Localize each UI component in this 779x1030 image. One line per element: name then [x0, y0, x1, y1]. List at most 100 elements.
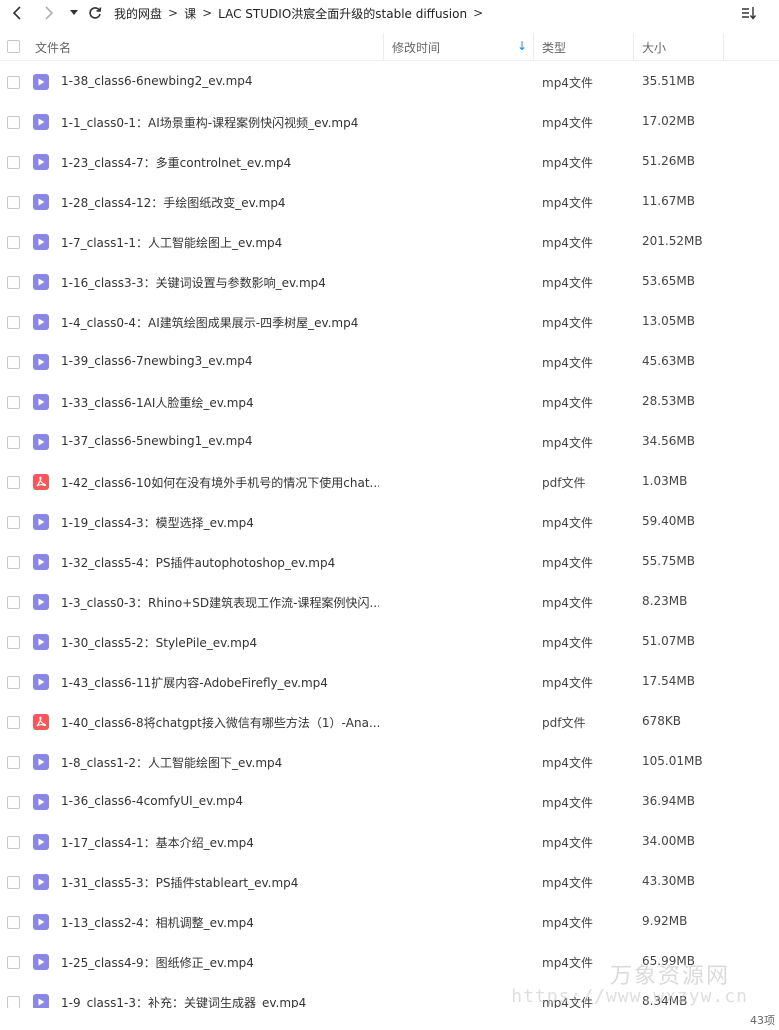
- file-row[interactable]: 1-31_class5-3：PS插件stableart_ev.mp4 mp4文件 4…: [0, 862, 779, 902]
- file-row[interactable]: 1-38_class6-6newbing2_ev.mp4 mp4文件 35.51MB: [0, 62, 779, 102]
- row-checkbox[interactable]: [7, 996, 20, 1008]
- file-row[interactable]: 1-43_class6-11扩展内容-AdobeFirefly_ev.mp4 mp…: [0, 662, 779, 702]
- file-row[interactable]: 1-28_class4-12：手绘图纸改变_ev.mp4 mp4文件 11.67MB: [0, 182, 779, 222]
- row-checkbox[interactable]: [7, 836, 20, 849]
- row-checkbox[interactable]: [7, 116, 20, 129]
- sort-list-icon[interactable]: [739, 3, 759, 23]
- header-size[interactable]: 大小: [642, 39, 666, 56]
- file-name[interactable]: 1-40_class6-8将chatgpt接入微信有哪些方法（1）-Ana...: [61, 714, 379, 731]
- row-checkbox[interactable]: [7, 756, 20, 769]
- file-row[interactable]: 1-4_class0-4：AI建筑绘图成果展示-四季树屋_ev.mp4 mp4文件…: [0, 302, 779, 342]
- file-type: mp4文件: [542, 236, 593, 250]
- file-row[interactable]: 1-1_class0-1：AI场景重构-课程案例快闪视频_ev.mp4 mp4文件…: [0, 102, 779, 142]
- file-name[interactable]: 1-32_class5-4：PS插件autophotoshop_ev.mp4: [61, 554, 379, 571]
- file-size: 34.00MB: [642, 834, 695, 848]
- row-checkbox[interactable]: [7, 436, 20, 449]
- file-row[interactable]: 1-25_class4-9：图纸修正_ev.mp4 mp4文件 65.99MB: [0, 942, 779, 982]
- row-checkbox[interactable]: [7, 556, 20, 569]
- row-checkbox[interactable]: [7, 596, 20, 609]
- file-row[interactable]: 1-7_class1-1：人工智能绘图上_ev.mp4 mp4文件 201.52MB: [0, 222, 779, 262]
- file-name[interactable]: 1-3_class0-3：Rhino+SD建筑表现工作流-课程案例快闪...: [61, 594, 379, 611]
- file-name[interactable]: 1-39_class6-7newbing3_ev.mp4: [61, 354, 379, 368]
- file-name[interactable]: 1-8_class1-2：人工智能绘图下_ev.mp4: [61, 754, 379, 771]
- file-row[interactable]: 1-13_class2-4：相机调整_ev.mp4 mp4文件 9.92MB: [0, 902, 779, 942]
- row-checkbox[interactable]: [7, 916, 20, 929]
- breadcrumb-item[interactable]: LAC STUDIO洪宸全面升级的stable diffusion: [218, 5, 467, 22]
- file-name[interactable]: 1-1_class0-1：AI场景重构-课程案例快闪视频_ev.mp4: [61, 114, 379, 131]
- file-name[interactable]: 1-19_class4-3：模型选择_ev.mp4: [61, 514, 379, 531]
- row-checkbox[interactable]: [7, 676, 20, 689]
- file-row[interactable]: 1-32_class5-4：PS插件autophotoshop_ev.mp4 mp…: [0, 542, 779, 582]
- select-all-checkbox[interactable]: [7, 40, 20, 53]
- breadcrumb-item[interactable]: 我的网盘: [114, 5, 162, 22]
- file-name[interactable]: 1-31_class5-3：PS插件stableart_ev.mp4: [61, 874, 379, 891]
- item-count: 43项: [750, 1014, 775, 1027]
- file-type: mp4文件: [542, 676, 593, 690]
- file-name[interactable]: 1-38_class6-6newbing2_ev.mp4: [61, 74, 379, 88]
- file-name[interactable]: 1-25_class4-9：图纸修正_ev.mp4: [61, 954, 379, 971]
- header-mtime[interactable]: 修改时间: [392, 39, 440, 56]
- chevron-right-icon[interactable]: [38, 2, 60, 24]
- file-type: mp4文件: [542, 636, 593, 650]
- file-name[interactable]: 1-43_class6-11扩展内容-AdobeFirefly_ev.mp4: [61, 674, 379, 691]
- file-row[interactable]: 1-42_class6-10如何在没有境外手机号的情况下使用chat... pdf…: [0, 462, 779, 502]
- file-name[interactable]: 1-16_class3-3：关键词设置与参数影响_ev.mp4: [61, 274, 379, 291]
- row-checkbox[interactable]: [7, 276, 20, 289]
- file-name[interactable]: 1-23_class4-7：多重controlnet_ev.mp4: [61, 154, 379, 171]
- file-row[interactable]: 1-9_class1-3：补充：关键词生成器_ev.mp4 mp4文件 8.34MB: [0, 982, 779, 1008]
- file-type: mp4文件: [542, 756, 593, 770]
- row-checkbox[interactable]: [7, 636, 20, 649]
- file-row[interactable]: 1-16_class3-3：关键词设置与参数影响_ev.mp4 mp4文件 53.6…: [0, 262, 779, 302]
- row-checkbox[interactable]: [7, 516, 20, 529]
- chevron-left-icon[interactable]: [6, 2, 28, 24]
- file-row[interactable]: 1-3_class0-3：Rhino+SD建筑表现工作流-课程案例快闪... mp…: [0, 582, 779, 622]
- video-file-icon: [33, 354, 49, 370]
- file-name[interactable]: 1-37_class6-5newbing1_ev.mp4: [61, 434, 379, 448]
- header-divider[interactable]: [383, 33, 384, 61]
- row-checkbox[interactable]: [7, 316, 20, 329]
- header-divider[interactable]: [723, 33, 724, 61]
- header-name[interactable]: 文件名: [35, 39, 71, 56]
- row-checkbox[interactable]: [7, 476, 20, 489]
- file-row[interactable]: 1-37_class6-5newbing1_ev.mp4 mp4文件 34.56MB: [0, 422, 779, 462]
- row-checkbox[interactable]: [7, 156, 20, 169]
- file-row[interactable]: 1-40_class6-8将chatgpt接入微信有哪些方法（1）-Ana...…: [0, 702, 779, 742]
- file-name[interactable]: 1-17_class4-1：基本介绍_ev.mp4: [61, 834, 379, 851]
- file-name[interactable]: 1-9_class1-3：补充：关键词生成器_ev.mp4: [61, 994, 379, 1008]
- breadcrumb-item[interactable]: 课: [184, 5, 196, 22]
- file-name[interactable]: 1-42_class6-10如何在没有境外手机号的情况下使用chat...: [61, 474, 379, 491]
- row-checkbox[interactable]: [7, 76, 20, 89]
- file-type: mp4文件: [542, 956, 593, 970]
- row-checkbox[interactable]: [7, 356, 20, 369]
- row-checkbox[interactable]: [7, 236, 20, 249]
- row-checkbox[interactable]: [7, 956, 20, 969]
- file-row[interactable]: 1-36_class6-4comfyUI_ev.mp4 mp4文件 36.94MB: [0, 782, 779, 822]
- row-checkbox[interactable]: [7, 396, 20, 409]
- file-name[interactable]: 1-30_class5-2：StylePile_ev.mp4: [61, 634, 379, 651]
- file-name[interactable]: 1-13_class2-4：相机调整_ev.mp4: [61, 914, 379, 931]
- caret-down-icon[interactable]: [68, 2, 80, 24]
- file-name[interactable]: 1-36_class6-4comfyUI_ev.mp4: [61, 794, 379, 808]
- file-type: mp4文件: [542, 76, 593, 90]
- file-row[interactable]: 1-33_class6-1AI人脸重绘_ev.mp4 mp4文件 28.53MB: [0, 382, 779, 422]
- file-row[interactable]: 1-39_class6-7newbing3_ev.mp4 mp4文件 45.63MB: [0, 342, 779, 382]
- file-name[interactable]: 1-28_class4-12：手绘图纸改变_ev.mp4: [61, 194, 379, 211]
- row-checkbox[interactable]: [7, 196, 20, 209]
- row-checkbox[interactable]: [7, 796, 20, 809]
- refresh-icon[interactable]: [84, 2, 106, 24]
- file-name[interactable]: 1-4_class0-4：AI建筑绘图成果展示-四季树屋_ev.mp4: [61, 314, 379, 331]
- file-row[interactable]: 1-19_class4-3：模型选择_ev.mp4 mp4文件 59.40MB: [0, 502, 779, 542]
- header-divider[interactable]: [633, 33, 634, 61]
- file-row[interactable]: 1-23_class4-7：多重controlnet_ev.mp4 mp4文件 51…: [0, 142, 779, 182]
- file-name[interactable]: 1-7_class1-1：人工智能绘图上_ev.mp4: [61, 234, 379, 251]
- file-name[interactable]: 1-33_class6-1AI人脸重绘_ev.mp4: [61, 394, 379, 411]
- file-type: pdf文件: [542, 476, 586, 490]
- row-checkbox[interactable]: [7, 716, 20, 729]
- header-divider[interactable]: [533, 33, 534, 61]
- row-checkbox[interactable]: [7, 876, 20, 889]
- header-type[interactable]: 类型: [542, 39, 566, 56]
- file-row[interactable]: 1-17_class4-1：基本介绍_ev.mp4 mp4文件 34.00MB: [0, 822, 779, 862]
- file-row[interactable]: 1-8_class1-2：人工智能绘图下_ev.mp4 mp4文件 105.01MB: [0, 742, 779, 782]
- sort-arrow-icon: ↓: [517, 39, 528, 53]
- file-row[interactable]: 1-30_class5-2：StylePile_ev.mp4 mp4文件 51.07…: [0, 622, 779, 662]
